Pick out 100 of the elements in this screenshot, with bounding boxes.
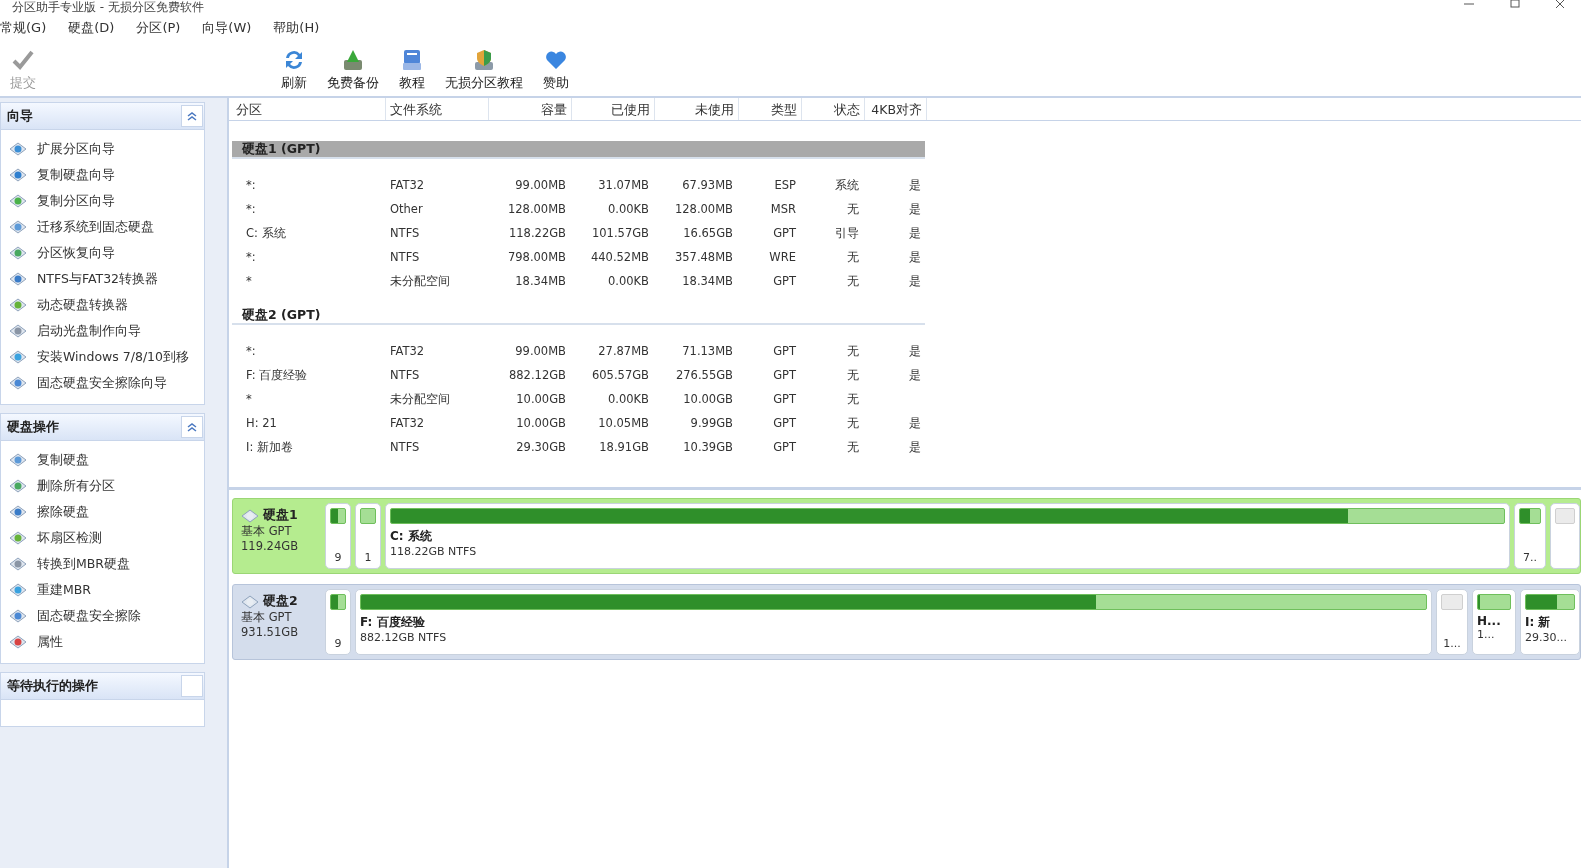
book-icon: [400, 48, 424, 72]
table-cell-text: *: [245, 392, 253, 406]
partition-label: 9: [333, 551, 343, 564]
table-cell-text: 99.00MB: [514, 344, 567, 358]
column-header[interactable]: 未使用: [655, 98, 739, 120]
disk-size: 931.51GB: [241, 625, 300, 639]
column-header[interactable]: 类型: [739, 98, 802, 120]
sidebar-item[interactable]: 扩展分区向导: [9, 136, 204, 162]
partition-block[interactable]: 9: [325, 503, 351, 569]
section-title: 等待执行的操作: [7, 677, 98, 695]
table-cell-text: 是: [908, 415, 922, 431]
table-cell-text: 31.07MB: [597, 178, 650, 192]
column-header[interactable]: 状态: [802, 98, 865, 120]
maximize-icon[interactable]: [1509, 0, 1521, 8]
sidebar-item[interactable]: NTFS与FAT32转换器: [9, 266, 204, 292]
table-cell-text: 99.00MB: [514, 178, 567, 192]
menu-item[interactable]: 硬盘(D): [68, 19, 115, 37]
sidebar-item[interactable]: 重建MBR: [9, 577, 204, 603]
partition-detail: 882.12GB NTFS: [360, 631, 448, 644]
partition-block[interactable]: F: 百度经验 882.12GB NTFS: [355, 589, 1432, 655]
sidebar-item[interactable]: 复制硬盘: [9, 447, 204, 473]
table-cell-text: FAT32: [389, 416, 426, 430]
column-header[interactable]: 文件系统: [386, 98, 489, 120]
sidebar-item[interactable]: 分区恢复向导: [9, 240, 204, 266]
table-cell-text: GPT: [772, 274, 797, 288]
column-header[interactable]: 4KB对齐: [865, 98, 927, 120]
table-cell-text: 是: [908, 249, 922, 265]
table-cell-text: GPT: [772, 344, 797, 358]
collapse-button[interactable]: [181, 416, 203, 438]
section-title: 向导: [7, 107, 33, 125]
column-header[interactable]: 已使用: [572, 98, 655, 120]
toolbar-button[interactable]: 免费备份: [317, 48, 389, 92]
sidebar-item[interactable]: 动态硬盘转换器: [9, 292, 204, 318]
table-cell-text: 无: [846, 415, 860, 431]
sidebar-item[interactable]: 启动光盘制作向导: [9, 318, 204, 344]
collapse-button[interactable]: [181, 105, 203, 127]
disk-row[interactable]: 硬盘1 基本 GPT 119.24GB 9 1 C: 系统 118.22GB NTFS 7..: [232, 498, 1581, 574]
toolbar-button[interactable]: 刷新: [271, 48, 317, 92]
close-icon[interactable]: [1555, 0, 1567, 8]
sidebar-item[interactable]: 坏扇区检测: [9, 525, 204, 551]
table-cell-text: 10.39GB: [682, 440, 734, 454]
disk-group-header[interactable]: 硬盘2 (GPT): [232, 307, 925, 325]
partition-block[interactable]: 1: [355, 503, 381, 569]
partition-block[interactable]: H... 1...: [1472, 589, 1516, 655]
sidebar-item[interactable]: 安装Windows 7/8/10到移: [9, 344, 204, 370]
toolbar-button[interactable]: 赞助: [533, 48, 579, 92]
table-cell-text: C: 系统: [245, 225, 287, 241]
check-icon: [11, 48, 35, 72]
partition-block[interactable]: I: 新 29.30...: [1520, 589, 1580, 655]
disk-row[interactable]: 硬盘2 基本 GPT 931.51GB 9 F: 百度经验 882.12GB NTFS 1... H... 1... I: 新 29.30...: [232, 584, 1581, 660]
disk-group-header[interactable]: 硬盘1 (GPT): [232, 141, 925, 159]
table-cell-text: 9.99GB: [689, 416, 734, 430]
section-title: 硬盘操作: [7, 418, 59, 436]
toolbar-button[interactable]: 教程: [389, 48, 435, 92]
table-cell-text: FAT32: [389, 178, 426, 192]
partition-name: H...: [1477, 614, 1502, 628]
shield-icon: [472, 48, 496, 72]
partition-block[interactable]: 7..: [1514, 503, 1546, 569]
table-cell-text: GPT: [772, 440, 797, 454]
table-cell-text: 128.00MB: [673, 202, 734, 216]
table-cell-text: 无: [846, 439, 860, 455]
table-cell-text: *:: [245, 178, 257, 192]
table-cell-text: ESP: [773, 178, 797, 192]
sidebar-item[interactable]: 迁移系统到固态硬盘: [9, 214, 204, 240]
sidebar-item[interactable]: 属性: [9, 629, 204, 655]
column-header[interactable]: 分区: [232, 98, 386, 120]
partition-label: 29.30...: [1525, 631, 1568, 644]
partition-label: 1: [363, 551, 373, 564]
sidebar-item[interactable]: 擦除硬盘: [9, 499, 204, 525]
table-cell-text: NTFS: [389, 440, 421, 454]
partition-block[interactable]: C: 系统 118.22GB NTFS: [385, 503, 1510, 569]
sidebar-item[interactable]: 转换到MBR硬盘: [9, 551, 204, 577]
minimize-icon[interactable]: [1463, 0, 1475, 8]
sidebar-item[interactable]: 固态硬盘安全擦除: [9, 603, 204, 629]
sidebar-item[interactable]: 复制分区向导: [9, 188, 204, 214]
partition-name: I: 新: [1525, 614, 1552, 631]
sidebar-item[interactable]: 固态硬盘安全擦除向导: [9, 370, 204, 396]
table-cell-text: 是: [908, 177, 922, 193]
menu-item[interactable]: 常规(G): [0, 19, 47, 37]
group-title: 硬盘2 (GPT): [242, 306, 321, 324]
table-cell-text: GPT: [772, 416, 797, 430]
sidebar-item[interactable]: 复制硬盘向导: [9, 162, 204, 188]
table-cell-text: 798.00MB: [506, 250, 567, 264]
sidebar-item[interactable]: 删除所有分区: [9, 473, 204, 499]
column-header[interactable]: 容量: [489, 98, 572, 120]
table-cell-text: 10.00GB: [515, 416, 567, 430]
table-cell-text: 是: [908, 225, 922, 241]
partition-block[interactable]: 9: [325, 589, 351, 655]
table-cell-text: 67.93MB: [681, 178, 734, 192]
table-cell-text: *:: [245, 250, 257, 264]
toolbar-button[interactable]: 无损分区教程: [435, 48, 533, 92]
table-cell-text: NTFS: [389, 226, 421, 240]
table-cell-text: 101.57GB: [590, 226, 650, 240]
menu-item[interactable]: 帮助(H): [273, 19, 320, 37]
menu-item[interactable]: 分区(P): [136, 19, 181, 37]
table-cell-text: 是: [908, 367, 922, 383]
table-cell-text: 18.91GB: [598, 440, 650, 454]
menu-item[interactable]: 向导(W): [202, 19, 252, 37]
table-cell-text: 10.00GB: [682, 392, 734, 406]
partition-block[interactable]: 1...: [1436, 589, 1468, 655]
